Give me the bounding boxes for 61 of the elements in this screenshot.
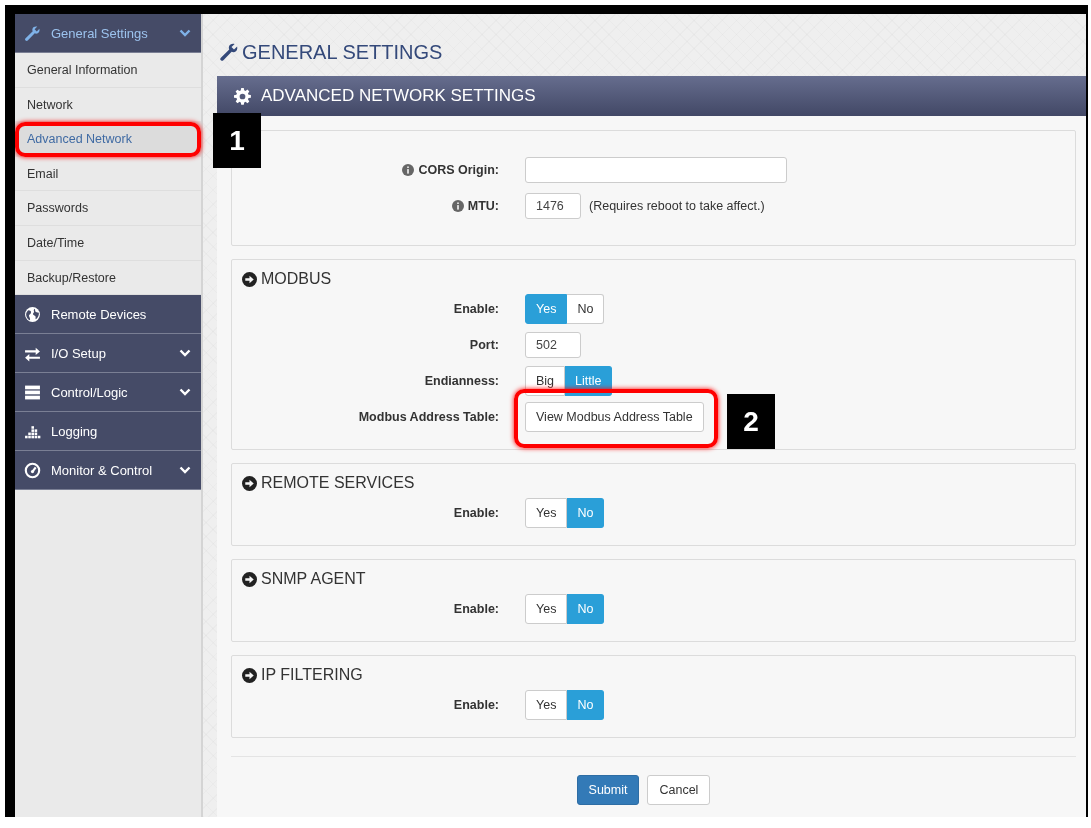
hint-text: (Requires reboot to take affect.) bbox=[589, 199, 765, 213]
arrow-circle-icon bbox=[242, 571, 257, 587]
toggle-option[interactable]: Yes bbox=[525, 498, 568, 528]
page-title: GENERAL SETTINGS bbox=[242, 40, 443, 64]
info-icon bbox=[451, 200, 464, 212]
input-field[interactable]: 1476 bbox=[525, 193, 581, 219]
step-badge: 2 bbox=[727, 394, 775, 449]
field-label: MTU: bbox=[467, 199, 499, 213]
nav-item[interactable]: Logging bbox=[15, 412, 201, 452]
step-badge: 1 bbox=[213, 113, 261, 168]
panel-title: ADVANCED NETWORK SETTINGS bbox=[261, 86, 536, 106]
section-title: REMOTE SERVICES bbox=[261, 474, 415, 492]
toggle-option[interactable]: Yes bbox=[525, 594, 568, 624]
field-label: CORS Origin: bbox=[418, 163, 499, 177]
input-field[interactable]: 502 bbox=[525, 332, 581, 358]
nav-subitem[interactable]: General Information bbox=[15, 53, 201, 88]
arrow-circle-icon bbox=[242, 271, 257, 287]
input-field[interactable] bbox=[525, 157, 787, 183]
nav-label: General Settings bbox=[51, 25, 149, 41]
gear-icon bbox=[234, 87, 251, 105]
chevron-down-icon bbox=[179, 466, 191, 475]
chevron-down-icon bbox=[179, 388, 191, 397]
arrow-circle-icon bbox=[242, 475, 257, 491]
nav-item[interactable]: General Settings bbox=[15, 14, 201, 53]
server-icon bbox=[24, 383, 41, 401]
view-table-button[interactable]: View Modbus Address Table bbox=[525, 402, 704, 432]
nav-subitem[interactable]: Date/Time bbox=[15, 225, 201, 261]
globe-icon bbox=[24, 305, 41, 323]
nav-label: Monitor & Control bbox=[51, 462, 154, 478]
field-label: Enable: bbox=[453, 302, 499, 316]
field-label: Enable: bbox=[453, 698, 499, 712]
toggle-option[interactable]: Yes bbox=[525, 690, 568, 720]
section-title: MODBUS bbox=[261, 270, 332, 288]
field-label: Endianness: bbox=[424, 374, 499, 388]
nav-item[interactable]: Monitor & Control bbox=[15, 451, 201, 491]
chevron-down-icon bbox=[179, 29, 191, 37]
nav-label: Logging bbox=[51, 423, 99, 439]
field-label: Enable: bbox=[453, 602, 499, 616]
nav-item[interactable]: Control/Logic bbox=[15, 373, 201, 413]
nav-subitem[interactable]: Network bbox=[15, 87, 201, 123]
section-title: SNMP AGENT bbox=[261, 570, 366, 588]
info-icon bbox=[402, 164, 415, 176]
field-label: Enable: bbox=[453, 506, 499, 520]
submit-button[interactable]: Submit bbox=[576, 775, 640, 805]
field-label: Port: bbox=[469, 338, 499, 352]
arrow-circle-icon bbox=[242, 667, 257, 683]
field-label: Modbus Address Table: bbox=[358, 410, 499, 424]
chevron-down-icon bbox=[179, 349, 191, 358]
nav-item[interactable]: I/O Setup bbox=[15, 334, 201, 374]
nav-label: Control/Logic bbox=[51, 384, 129, 400]
nav-subitem[interactable]: Passwords bbox=[15, 191, 201, 226]
wrench-icon bbox=[24, 24, 41, 42]
cancel-button[interactable]: Cancel bbox=[647, 775, 711, 805]
nav-subitem[interactable]: Email bbox=[15, 156, 201, 192]
wrench-icon bbox=[219, 42, 239, 62]
toggle-option[interactable]: No bbox=[567, 294, 605, 324]
nav-label: Remote Devices bbox=[51, 306, 148, 322]
section-title: IP FILTERING bbox=[261, 666, 363, 684]
nav-item[interactable]: Remote Devices bbox=[15, 295, 201, 335]
gauge-icon bbox=[24, 461, 41, 479]
nav-label: I/O Setup bbox=[51, 345, 107, 361]
